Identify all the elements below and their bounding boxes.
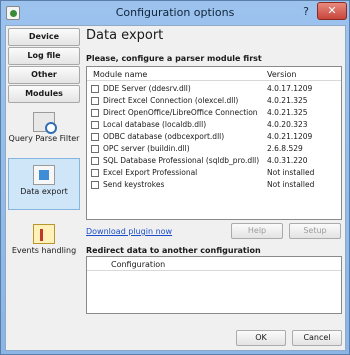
events-handling-icon [33,224,55,244]
section-title: Please, configure a parser module first [86,54,262,63]
module-checkbox[interactable] [91,145,99,153]
module-name: Direct OpenOffice/LibreOffice Connection [103,108,258,117]
sidebar-item-label: Data export [20,187,68,196]
list-item[interactable]: Local database (localdb.dll) 4.0.20.323 [87,120,341,130]
list-item[interactable]: DDE Server (ddesrv.dll) 4.0.17.1209 [87,84,341,94]
help-button[interactable]: Help [231,223,283,239]
setup-button[interactable]: Setup [289,223,341,239]
list-item[interactable]: OPC server (buildin.dll) 2.6.8.529 [87,144,341,154]
sidebar-item-label: Query Parse Filter [8,134,80,143]
module-checkbox[interactable] [91,133,99,141]
list-item[interactable]: Direct OpenOffice/LibreOffice Connection… [87,108,341,118]
column-header-version[interactable]: Version [267,70,296,79]
list-item[interactable]: SQL Database Professional (sqldb_pro.dll… [87,156,341,166]
sidebar-tab-device[interactable]: Device [8,28,80,46]
list-item[interactable]: Send keystrokes Not installed [87,180,341,190]
sidebar-item-events-handling[interactable]: Events handling [8,218,80,266]
column-header-configuration[interactable]: Configuration [111,260,165,269]
main-pane: Data export Please, configure a parser m… [86,28,342,314]
redirect-section-title: Redirect data to another configuration [86,246,261,255]
configuration-window: Configuration options ? ✕ Device Log fil… [0,0,350,355]
query-parse-filter-icon [33,112,57,134]
dialog-body: Device Log file Other Modules Query Pars… [5,25,346,351]
module-version: Not installed [267,168,315,177]
module-checkbox[interactable] [91,97,99,105]
sidebar-tab-log-file[interactable]: Log file [8,47,80,65]
module-name: DDE Server (ddesrv.dll) [103,84,191,93]
module-checkbox[interactable] [91,85,99,93]
module-version: 4.0.21.325 [267,108,308,117]
sidebar-tab-modules[interactable]: Modules [8,85,80,103]
sidebar: Device Log file Other Modules Query Pars… [8,28,82,314]
sidebar-tab-other[interactable]: Other [8,66,80,84]
module-checkbox[interactable] [91,121,99,129]
module-checkbox[interactable] [91,169,99,177]
download-plugin-link[interactable]: Download plugin now [86,227,172,236]
module-version: Not installed [267,180,315,189]
title-bar[interactable]: Configuration options ? ✕ [1,1,349,25]
module-version: 4.0.17.1209 [267,84,313,93]
page-title: Data export [86,28,164,43]
module-name: Local database (localdb.dll) [103,120,207,129]
column-header-module-name[interactable]: Module name [93,70,147,79]
module-name: Excel Export Professional [103,168,198,177]
module-checkbox[interactable] [91,109,99,117]
module-name: ODBC database (odbcexport.dll) [103,132,225,141]
module-version: 4.0.20.323 [267,120,308,129]
module-version: 4.0.31.220 [267,156,308,165]
data-export-icon [33,165,55,185]
module-version: 2.6.8.529 [267,144,303,153]
list-item[interactable]: Direct Excel Connection (olexcel.dll) 4.… [87,96,341,106]
module-name: SQL Database Professional (sqldb_pro.dll… [103,156,260,165]
window-title: Configuration options [115,6,235,19]
close-button[interactable]: ✕ [317,2,347,20]
module-name: Direct Excel Connection (olexcel.dll) [103,96,239,105]
configuration-list[interactable]: Configuration [86,256,342,314]
help-titlebar-button[interactable]: ? [299,4,313,20]
module-list[interactable]: Module name Version DDE Server (ddesrv.d… [86,66,342,220]
module-name: OPC server (buildin.dll) [103,144,190,153]
module-checkbox[interactable] [91,157,99,165]
module-name: Send keystrokes [103,180,165,189]
list-item[interactable]: ODBC database (odbcexport.dll) 4.0.21.12… [87,132,341,142]
list-header: Module name Version [87,67,341,81]
configuration-list-header: Configuration [87,257,341,271]
sidebar-item-query-parse-filter[interactable]: Query Parse Filter [8,106,80,156]
list-item[interactable]: Excel Export Professional Not installed [87,168,341,178]
module-version: 4.0.21.325 [267,96,308,105]
ok-button[interactable]: OK [236,330,286,346]
sidebar-item-label: Events handling [11,246,77,255]
module-checkbox[interactable] [91,181,99,189]
sidebar-item-data-export[interactable]: Data export [8,158,80,210]
module-version: 4.0.21.1209 [267,132,313,141]
cancel-button[interactable]: Cancel [292,330,342,346]
